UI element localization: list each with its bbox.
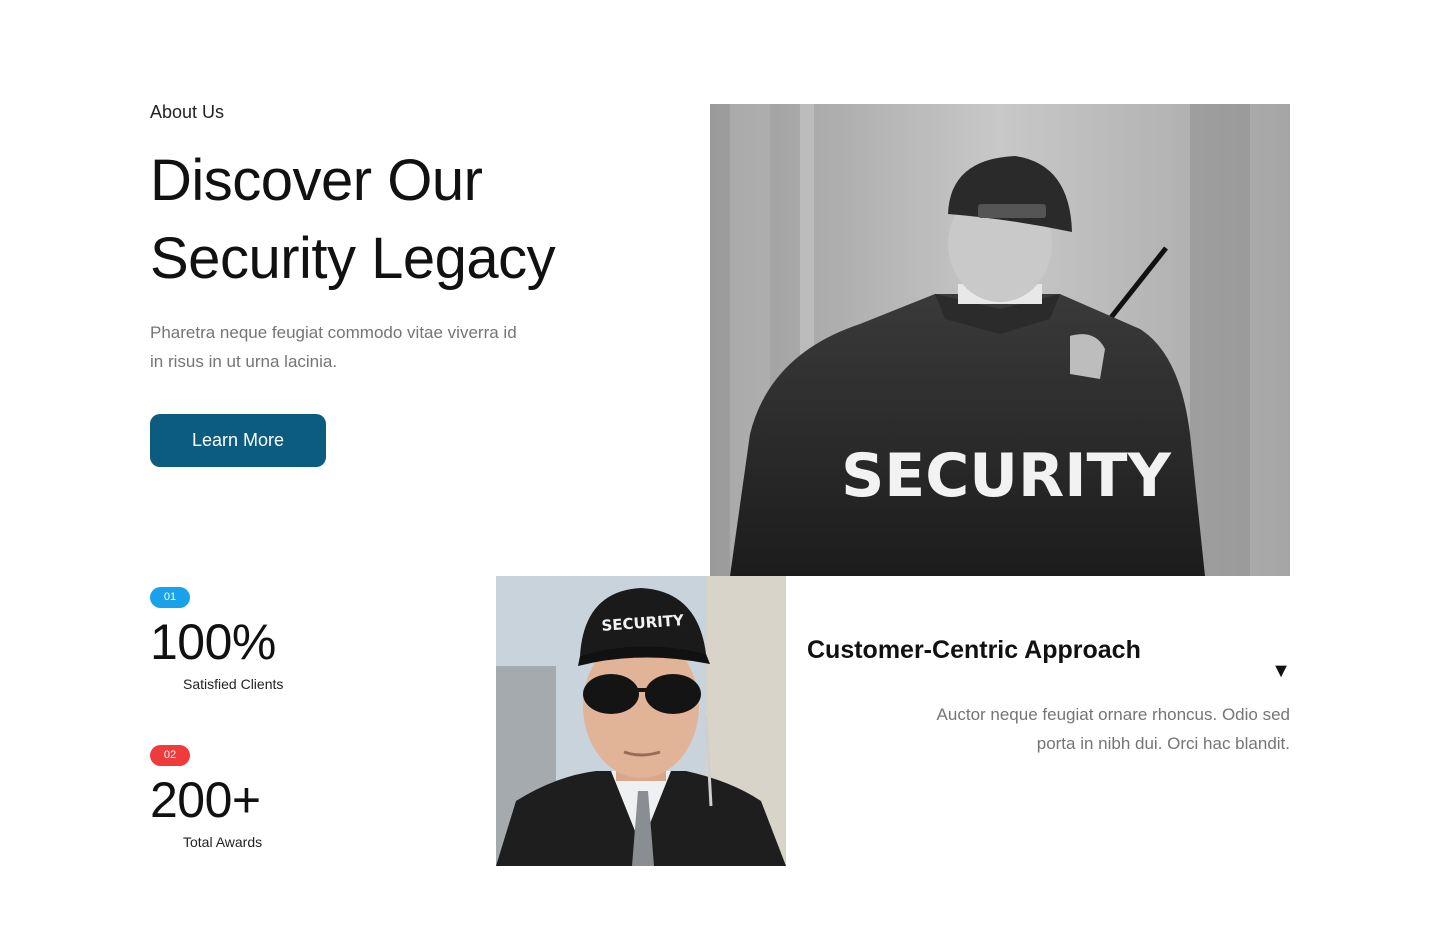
triangle-down-icon[interactable]: ▼ [1270,660,1292,682]
learn-more-button[interactable]: Learn More [150,414,326,467]
security-guard-back-photo: SECURITY [710,104,1290,576]
stat-total-awards: 02 200+ Total Awards [150,745,450,850]
page-title-line-2: Security Legacy [150,226,556,291]
eyebrow-label: About Us [150,102,225,122]
stat-satisfied-clients: 01 100% Satisfied Clients [150,587,450,692]
jacket-text: SECURITY [841,441,1172,511]
feature-description: Auctor neque feugiat ornare rhoncus. Odi… [936,705,1290,753]
stat-label: Satisfied Clients [183,676,284,692]
stat-number-badge: 01 [150,587,190,608]
stat-value: 200+ [150,772,261,828]
feature-title[interactable]: Customer-Centric Approach [807,636,1141,665]
intro-paragraph: Pharetra neque feugiat commodo vitae viv… [150,323,517,371]
stat-value: 100% [150,614,276,670]
page-title: Discover Our Security Legacy [150,142,670,298]
page-title-line-1: Discover Our [150,148,483,213]
stat-number-badge: 02 [150,745,190,766]
stat-label: Total Awards [183,834,263,850]
security-guard-portrait-photo: SECURITY [496,576,786,866]
